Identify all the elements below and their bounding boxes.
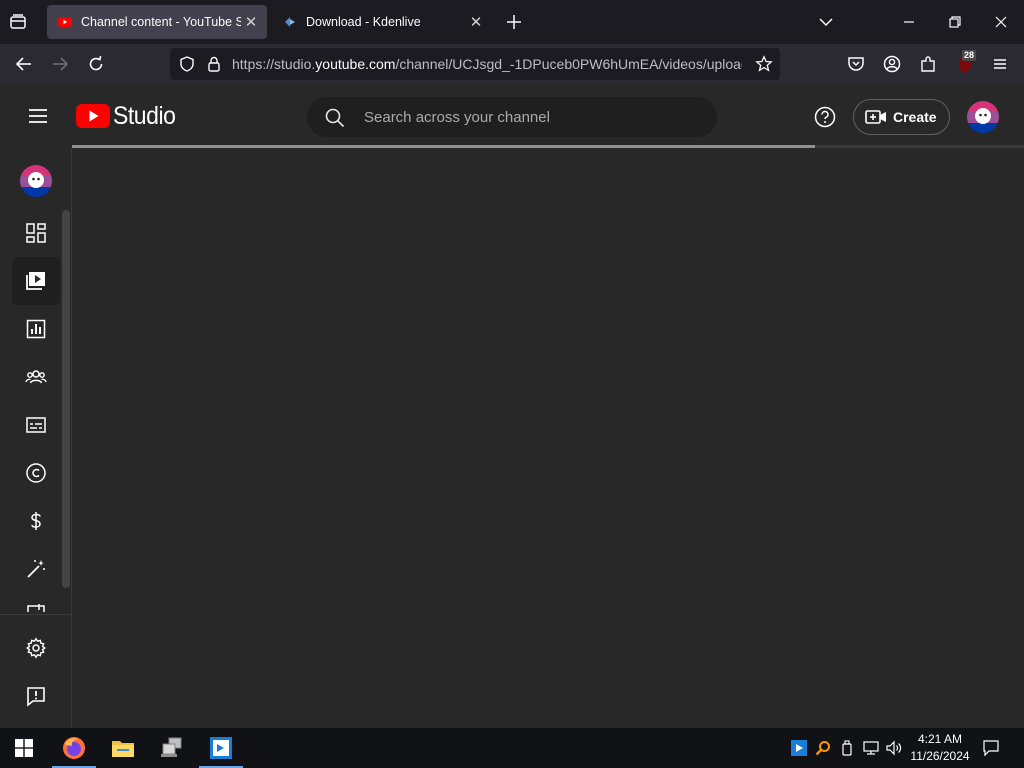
taskbar-file-explorer[interactable] — [99, 728, 147, 768]
studio-sidebar — [0, 148, 72, 728]
close-tab-icon[interactable]: ✕ — [241, 12, 261, 32]
tray-kdenlive-icon[interactable] — [791, 740, 807, 756]
firefox-icon — [63, 737, 85, 759]
studio-logo-text: Studio — [113, 101, 176, 130]
sidebar-scrollbar[interactable] — [62, 210, 70, 588]
account-icon[interactable] — [882, 54, 902, 74]
url-prefix: https://studio. — [232, 56, 316, 72]
start-button[interactable] — [0, 728, 48, 768]
lock-icon[interactable] — [205, 55, 223, 73]
kdenlive-icon — [210, 737, 232, 759]
studio-main-content — [72, 148, 1024, 728]
channel-avatar[interactable] — [966, 100, 1000, 134]
taskbar-kdenlive[interactable] — [197, 728, 245, 768]
help-icon[interactable] — [813, 105, 837, 129]
tab-title: Channel content - YouTube Studio — [81, 15, 241, 29]
browser-tab-strip: Channel content - YouTube Studio ✕ Downl… — [0, 0, 1024, 44]
youtube-play-logo-icon — [76, 104, 110, 128]
browser-navigation-bar: https://studio.youtube.com/channel/UCJsg… — [0, 44, 1024, 84]
sidebar-item-analytics[interactable] — [12, 305, 60, 353]
address-bar[interactable]: https://studio.youtube.com/channel/UCJsg… — [170, 48, 780, 80]
studio-menu-hamburger-icon[interactable] — [26, 104, 50, 128]
audio-library-icon — [27, 604, 45, 612]
sidebar-item-community[interactable] — [12, 353, 60, 401]
forward-arrow-icon[interactable] — [50, 54, 70, 74]
tab-youtube-studio[interactable]: Channel content - YouTube Studio ✕ — [47, 5, 267, 39]
search-placeholder: Search across your channel — [364, 109, 550, 126]
sidebar-item-dashboard[interactable] — [12, 209, 60, 257]
sidebar-item-content[interactable] — [12, 257, 60, 305]
youtube-favicon — [57, 14, 73, 30]
windows-logo-icon — [15, 739, 33, 757]
community-icon — [25, 370, 47, 384]
close-window-icon[interactable] — [991, 12, 1011, 32]
url-text[interactable]: https://studio.youtube.com/channel/UCJsg… — [232, 48, 742, 80]
taskbar-network-app[interactable] — [148, 728, 196, 768]
application-menu-hamburger-icon[interactable] — [990, 54, 1010, 74]
sidebar-item-earn[interactable] — [12, 497, 60, 545]
create-video-icon — [865, 109, 887, 125]
clock-time: 4:21 AM — [917, 732, 963, 746]
sidebar-item-settings[interactable] — [12, 624, 60, 672]
tab-list-icon[interactable] — [8, 12, 30, 32]
url-domain: youtube.com — [315, 56, 396, 72]
taskbar-firefox[interactable] — [50, 728, 98, 768]
search-icon[interactable] — [324, 107, 346, 129]
network-app-icon — [161, 737, 182, 757]
restore-window-icon[interactable] — [945, 12, 965, 32]
dollar-icon — [31, 512, 41, 530]
sidebar-item-subtitles[interactable] — [12, 401, 60, 449]
analytics-icon — [26, 319, 46, 339]
new-tab-plus-icon[interactable] — [504, 12, 526, 34]
file-explorer-icon — [112, 741, 134, 757]
windows-taskbar: 4:21 AM 11/26/2024 — [0, 728, 1024, 768]
sidebar-item-customization[interactable] — [12, 545, 60, 593]
tray-network-icon[interactable] — [862, 740, 880, 756]
kdenlive-favicon — [282, 14, 298, 30]
url-path: /channel/UCJsgd_-1DPuceb0PW6hUmEA/videos… — [395, 56, 742, 72]
channel-search-input[interactable]: Search across your channel — [307, 97, 717, 137]
tab-title: Download - Kdenlive — [306, 15, 421, 29]
feedback-icon — [27, 687, 45, 707]
tab-kdenlive[interactable]: Download - Kdenlive ✕ — [272, 5, 492, 39]
list-all-tabs-chevron-icon[interactable] — [816, 12, 836, 32]
create-button[interactable]: Create — [853, 99, 950, 135]
back-arrow-icon[interactable] — [14, 54, 34, 74]
pocket-icon[interactable] — [846, 54, 866, 74]
sidebar-item-feedback[interactable] — [12, 672, 60, 720]
taskbar-clock[interactable]: 4:21 AM 11/26/2024 — [900, 731, 980, 765]
copyright-icon — [26, 463, 46, 483]
gear-icon — [25, 637, 47, 659]
sidebar-divider — [0, 614, 72, 615]
extensions-puzzle-icon[interactable] — [918, 54, 938, 74]
tray-search-icon[interactable] — [815, 740, 831, 756]
dashboard-icon — [26, 223, 46, 243]
sidebar-item-partial-hidden[interactable] — [12, 588, 60, 612]
tracking-protection-shield-icon[interactable] — [178, 55, 196, 73]
tray-usb-drive-icon[interactable] — [840, 740, 854, 756]
studio-header: Studio Search across your channel Create — [0, 84, 1024, 148]
reload-icon[interactable] — [86, 54, 106, 74]
ublock-extension-icon[interactable]: 28 — [954, 50, 978, 76]
action-center-icon[interactable] — [982, 739, 1000, 757]
minimize-window-icon[interactable] — [899, 12, 919, 32]
create-button-label: Create — [893, 109, 937, 125]
clock-date: 11/26/2024 — [910, 749, 970, 763]
close-tab-icon[interactable]: ✕ — [466, 12, 486, 32]
sidebar-channel-avatar[interactable] — [12, 157, 60, 205]
extension-badge-count: 28 — [962, 50, 977, 61]
subtitles-icon — [26, 417, 46, 433]
sidebar-item-copyright[interactable] — [12, 449, 60, 497]
studio-logo[interactable]: Studio — [76, 102, 181, 130]
content-icon — [26, 272, 45, 290]
magic-wand-icon — [27, 560, 45, 578]
bookmark-star-icon[interactable] — [755, 55, 773, 73]
